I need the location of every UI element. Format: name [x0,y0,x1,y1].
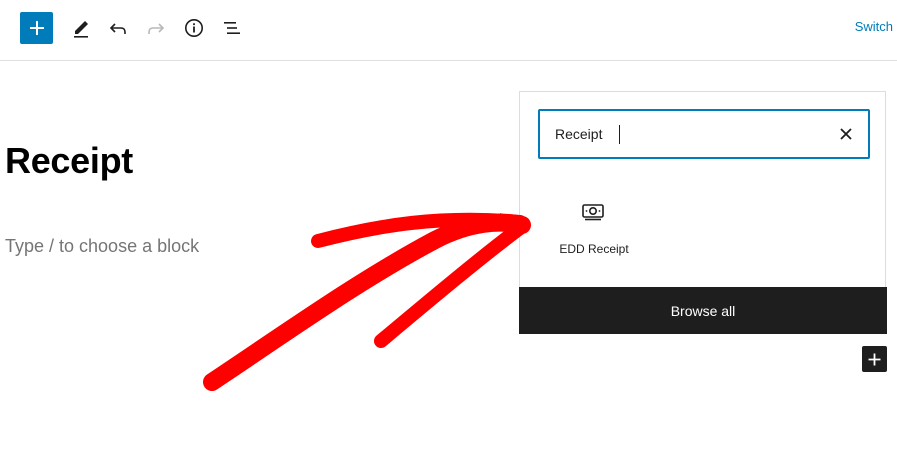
money-receipt-icon [580,199,606,225]
pencil-icon [74,21,88,38]
list-view-button[interactable] [215,11,249,45]
tools-button[interactable] [64,11,98,45]
block-result-edd-receipt[interactable]: EDD Receipt [556,195,632,261]
editor-page: Switch Receipt Type / to choose a block [0,0,897,464]
text-caret [619,125,620,144]
list-view-icon [224,22,240,34]
switch-link[interactable]: Switch [855,19,893,34]
block-inserter-toggle[interactable] [20,12,53,44]
clear-search-button[interactable] [834,122,858,146]
post-title[interactable]: Receipt [5,140,133,182]
inserter-popover: EDD Receipt Browse all [519,91,887,334]
block-search-box[interactable] [538,109,870,159]
plus-icon [868,353,881,365]
browse-all-button[interactable]: Browse all [519,287,887,334]
block-result-label: EDD Receipt [559,242,629,256]
plus-icon [29,21,44,35]
redo-icon [148,23,165,34]
block-appender-button[interactable] [862,346,887,372]
redo-button[interactable] [139,11,173,45]
block-search-input[interactable] [555,124,805,144]
details-button[interactable] [177,11,211,45]
block-placeholder[interactable]: Type / to choose a block [5,236,199,257]
top-toolbar: Switch [0,0,897,61]
undo-button[interactable] [101,11,135,45]
info-icon [185,19,203,37]
undo-icon [109,23,126,34]
close-icon [840,128,852,140]
